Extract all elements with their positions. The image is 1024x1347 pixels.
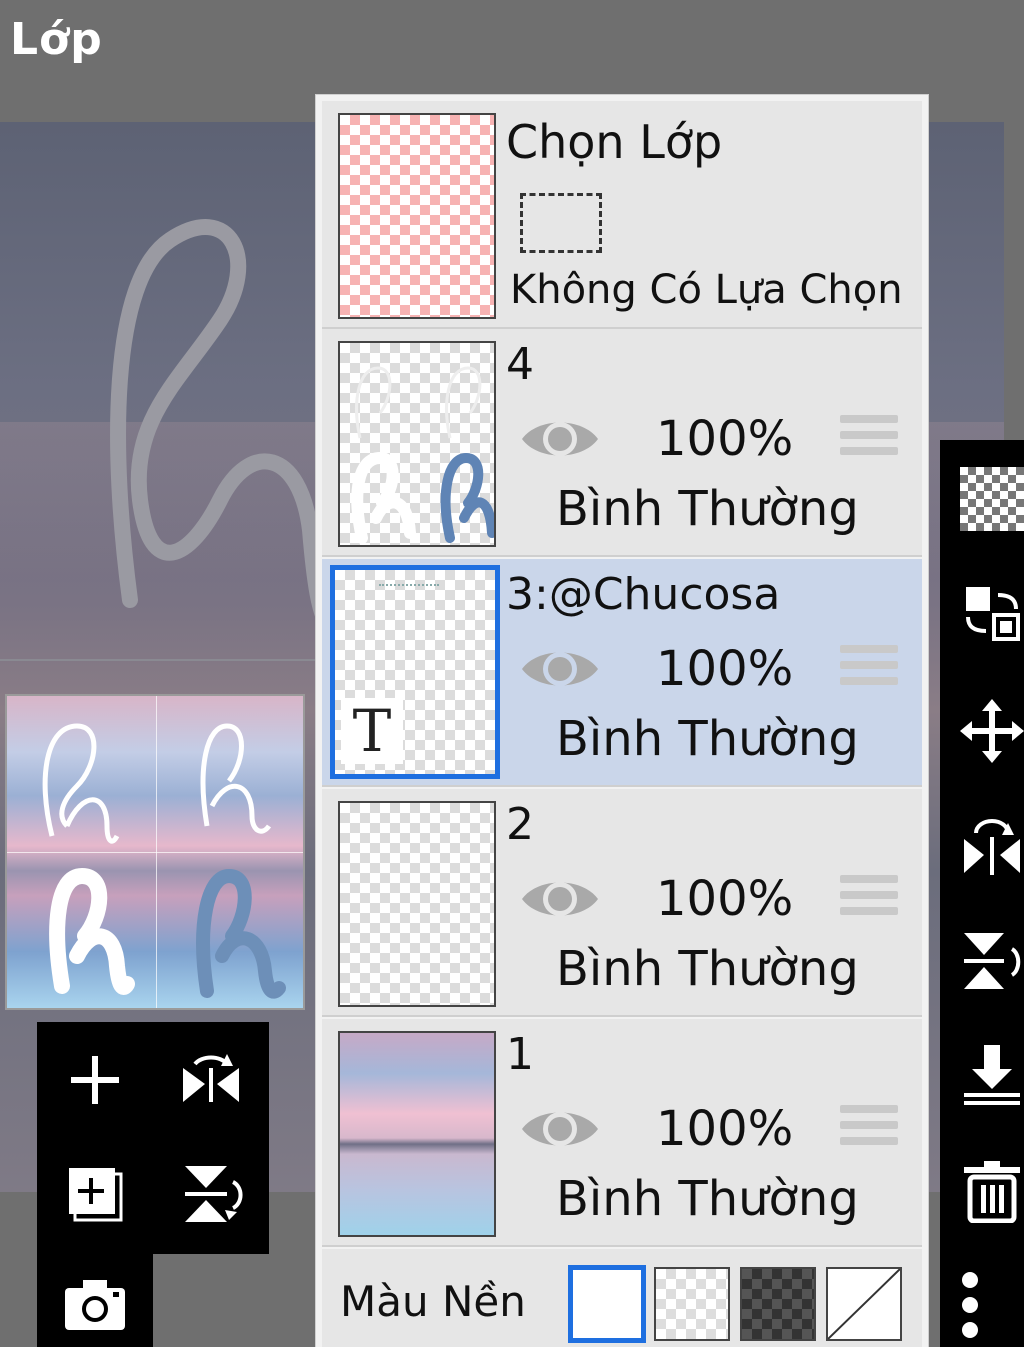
text-layer-badge: T [341,698,403,764]
add-layer-icon[interactable] [57,1042,133,1118]
layer-blend-mode[interactable]: Bình Thường [556,711,859,767]
background-swatch-transparent[interactable] [654,1267,730,1341]
background-swatch-dark-checker[interactable] [740,1267,816,1341]
drag-handle-icon[interactable] [840,415,898,463]
right-toolbar [940,440,1024,1347]
layer-row[interactable]: 2 100% Bình Thường [322,789,922,1017]
background-swatch-none[interactable] [826,1267,902,1341]
layer-name: 4 [506,339,534,390]
layer-toolbox [37,1022,269,1254]
flip-vertical-icon[interactable] [960,926,1024,996]
more-icon[interactable] [960,1270,1024,1340]
canvas-preview[interactable] [5,694,305,1010]
layer-name: 2 [506,799,534,850]
camera-icon[interactable] [57,1266,133,1342]
layer-blend-mode[interactable]: Bình Thường [556,941,859,997]
drag-handle-icon[interactable] [840,645,898,693]
layer-panel: Chọn Lớp Không Có Lựa Chọn 4 100% Bình T… [316,95,928,1347]
flip-horizontal-icon[interactable] [173,1042,249,1118]
layer-row-selected[interactable]: T 3:@Chucosa 100% Bình Thường [322,559,922,787]
drag-handle-icon[interactable] [840,875,898,923]
eye-icon[interactable] [520,873,600,925]
trash-icon[interactable] [960,1156,1024,1226]
flip-horizontal-icon[interactable] [960,812,1024,882]
selection-thumbnail [338,113,496,319]
layer-opacity[interactable]: 100% [656,411,793,467]
camera-toolbox [37,1254,153,1347]
add-layer-copy-icon[interactable] [57,1156,133,1232]
selection-status: Không Có Lựa Chọn [510,267,903,313]
background-swatch-white[interactable] [568,1265,646,1343]
selection-layer-row[interactable]: Chọn Lớp Không Có Lựa Chọn [322,101,922,329]
layer-opacity[interactable]: 100% [656,641,793,697]
layer-name: 1 [506,1029,534,1080]
layer-thumbnail [338,1031,496,1237]
layer-thumbnail [338,341,496,547]
swap-layers-icon[interactable] [960,578,1024,648]
layer-row[interactable]: 1 100% Bình Thường [322,1019,922,1247]
merge-down-icon[interactable] [960,1040,1024,1110]
transparency-icon[interactable] [960,464,1024,534]
layer-opacity[interactable]: 100% [656,871,793,927]
layer-blend-mode[interactable]: Bình Thường [556,1171,859,1227]
layer-thumbnail: T [330,565,500,779]
preview-lettering [42,723,286,999]
eye-icon[interactable] [520,643,600,695]
layer-opacity[interactable]: 100% [656,1101,793,1157]
selection-marquee-icon [520,193,602,253]
background-color-row: Màu Nền [322,1249,922,1347]
selection-layer-title: Chọn Lớp [506,115,723,169]
eye-icon[interactable] [520,1103,600,1155]
page-title: Lớp [10,14,103,65]
canvas-lettering [110,219,330,620]
layer-thumbnail [338,801,496,1007]
flip-vertical-icon[interactable] [173,1156,249,1232]
move-icon[interactable] [960,696,1024,766]
layer-blend-mode[interactable]: Bình Thường [556,481,859,537]
background-color-label: Màu Nền [340,1277,526,1326]
drag-handle-icon[interactable] [840,1105,898,1153]
layer-row[interactable]: 4 100% Bình Thường [322,329,922,557]
eye-icon[interactable] [520,413,600,465]
layer-name: 3:@Chucosa [506,569,781,620]
